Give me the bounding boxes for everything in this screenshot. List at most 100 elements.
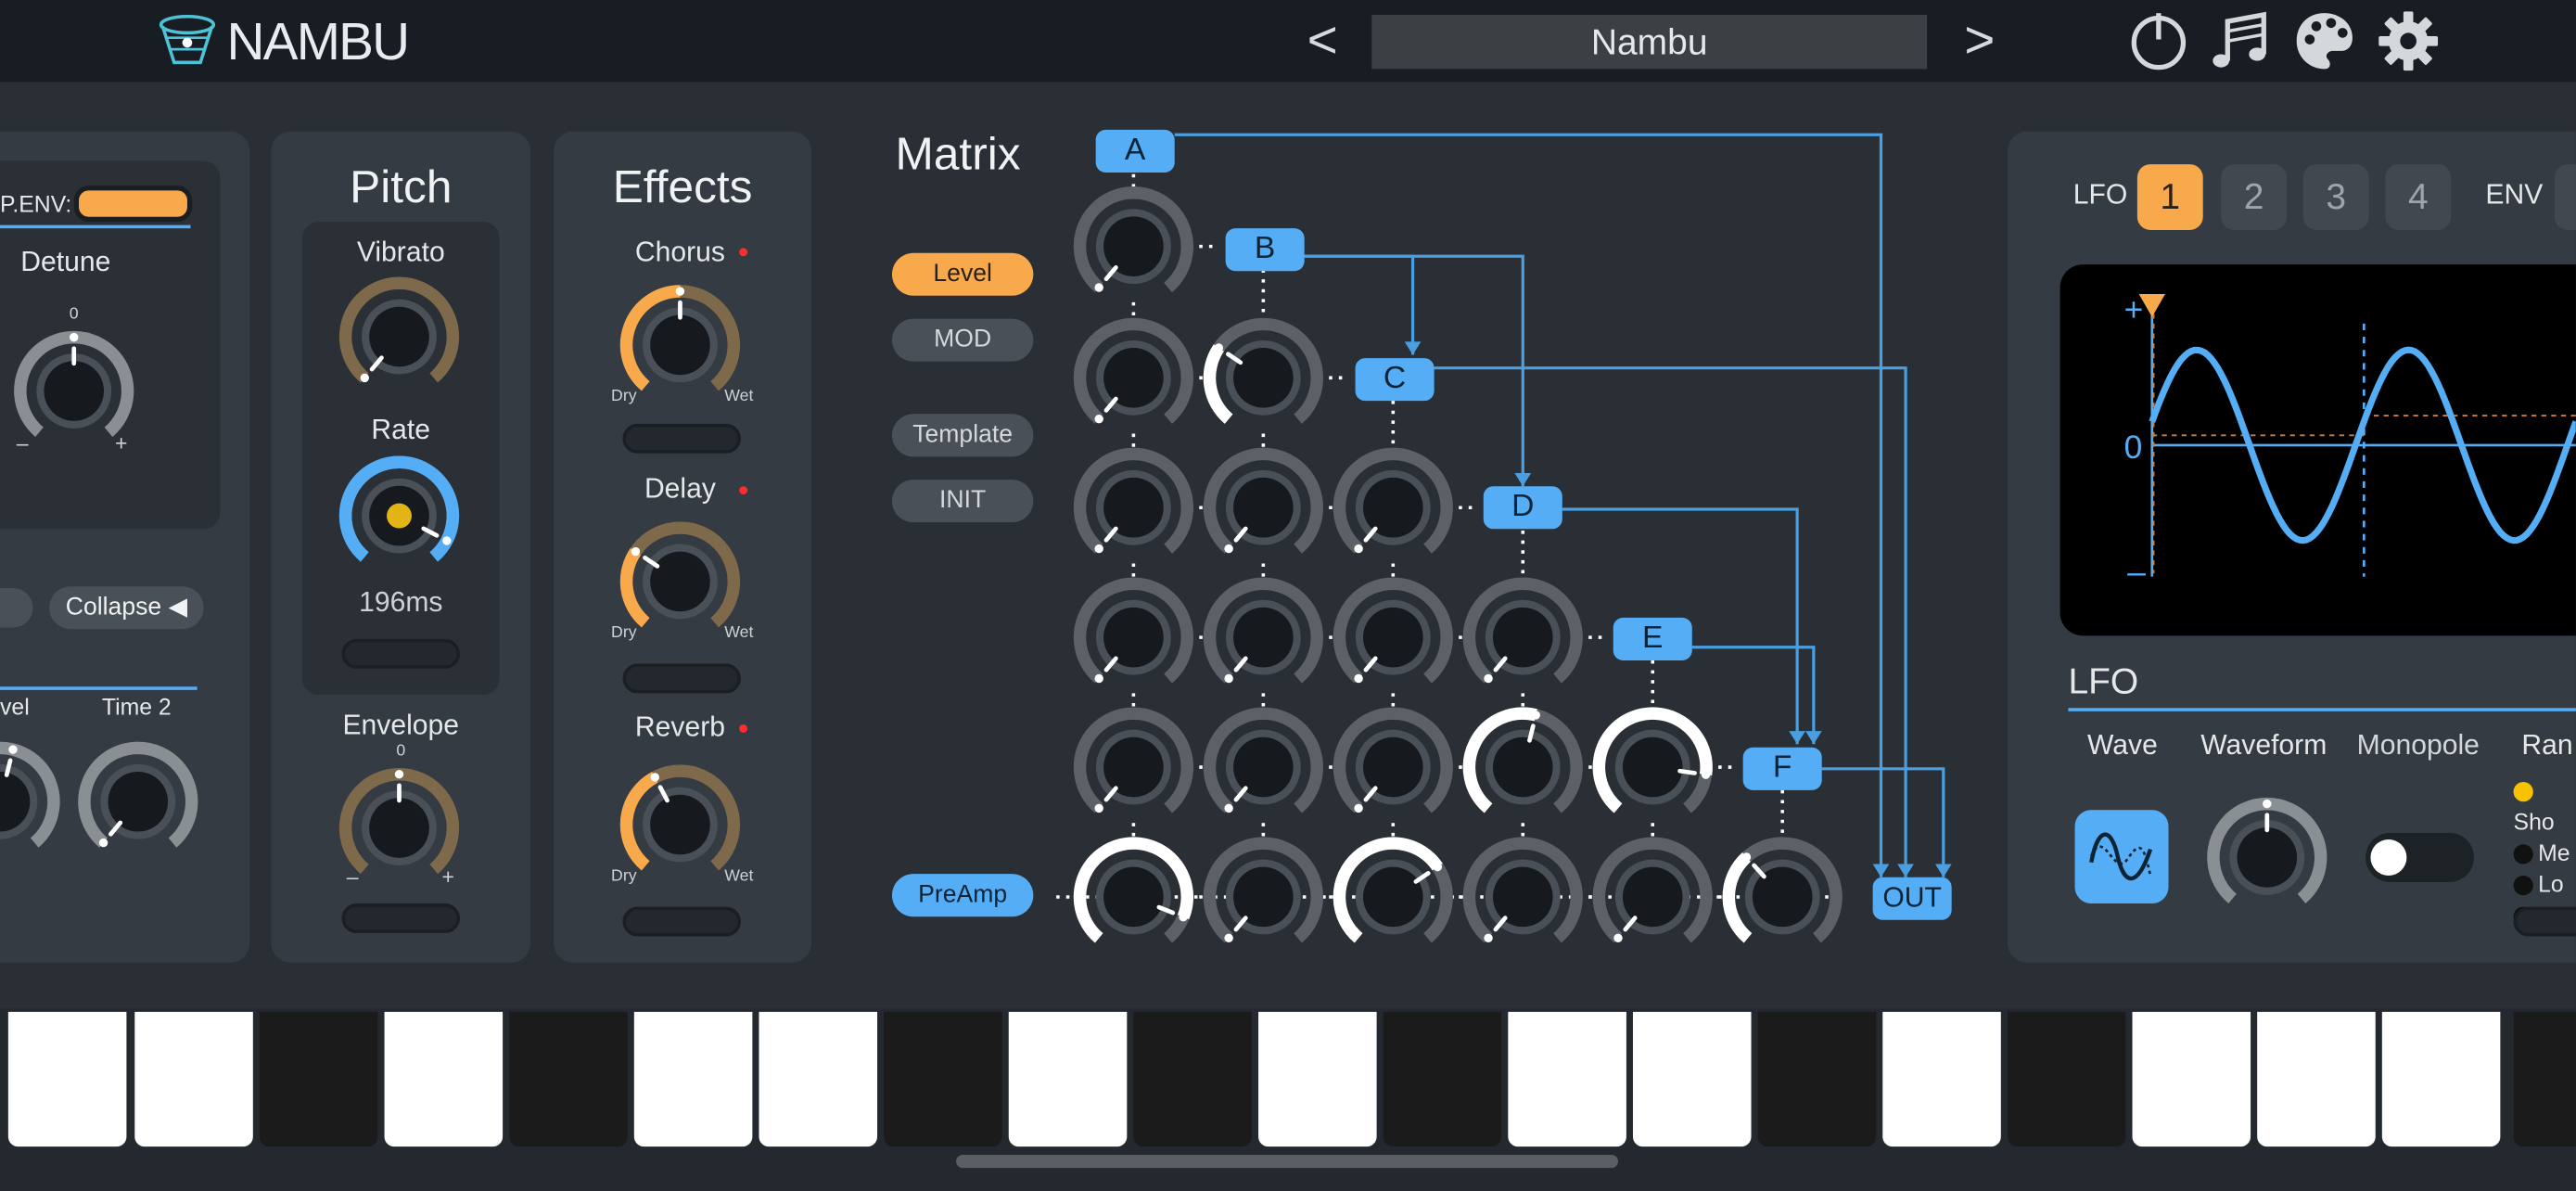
penv-toggle[interactable] <box>73 186 193 223</box>
delay-wet-label: Wet <box>724 623 754 643</box>
operator-f-node[interactable]: F <box>1742 747 1822 790</box>
envelope-mod-slot[interactable] <box>341 903 461 933</box>
white-key[interactable] <box>7 1011 127 1147</box>
black-key[interactable] <box>1133 1011 1252 1147</box>
chorus-dry-label: Dry <box>611 387 637 406</box>
template-button[interactable]: Template <box>891 414 1034 457</box>
wave-type-button[interactable] <box>2074 810 2169 904</box>
matrix-knob[interactable] <box>1462 837 1583 943</box>
lfo-tab-label[interactable]: LFO <box>2073 179 2128 211</box>
time2-label: Time 2 <box>101 693 172 720</box>
matrix-knob[interactable] <box>1333 707 1453 813</box>
nambu-logo-icon <box>159 14 216 65</box>
divider <box>0 686 198 690</box>
matrix-knob[interactable] <box>1203 577 1323 684</box>
matrix-knob[interactable] <box>1203 707 1323 813</box>
rate-knob[interactable] <box>337 454 462 579</box>
white-key[interactable] <box>759 1011 878 1147</box>
white-key[interactable] <box>2132 1011 2251 1147</box>
time2-knob[interactable] <box>75 739 200 864</box>
matrix-knob[interactable] <box>1073 447 1194 554</box>
black-key[interactable] <box>259 1011 378 1147</box>
matrix-knob[interactable] <box>1073 186 1194 293</box>
black-key[interactable] <box>1383 1011 1502 1147</box>
white-key[interactable] <box>2257 1011 2376 1147</box>
vibrato-knob[interactable] <box>337 275 462 400</box>
waveform-knob[interactable] <box>2204 795 2329 920</box>
operator-a-node[interactable]: A <box>1095 129 1175 173</box>
chorus-mod-slot[interactable] <box>622 423 741 454</box>
black-key[interactable] <box>884 1011 1002 1147</box>
lfo-tab-1[interactable]: 1 <box>2136 164 2203 230</box>
matrix-grid <box>1051 133 1952 943</box>
matrix-knob[interactable] <box>1073 577 1194 684</box>
keyboard-scrollbar[interactable] <box>956 1155 1619 1169</box>
lfo-tab-3[interactable]: 3 <box>2302 164 2369 230</box>
monopole-toggle[interactable] <box>2366 832 2475 883</box>
white-key[interactable] <box>1632 1011 1752 1147</box>
pitch-title: Pitch <box>350 160 453 212</box>
matrix-knob[interactable] <box>1462 707 1583 813</box>
next-preset-button[interactable]: > <box>1955 10 2004 70</box>
operator-e-node[interactable]: E <box>1613 617 1692 660</box>
matrix-knob[interactable] <box>1203 317 1323 424</box>
white-key[interactable] <box>1008 1011 1128 1147</box>
rate-label: Rate <box>371 414 431 445</box>
lfo-section-title: LFO <box>2068 660 2139 702</box>
white-key[interactable] <box>134 1011 253 1147</box>
lfo-mod-slot[interactable] <box>2513 906 2576 937</box>
white-key[interactable] <box>1258 1011 1377 1147</box>
white-key[interactable] <box>384 1011 504 1147</box>
monopole-label: Monopole <box>2356 729 2480 761</box>
brand-title: NAMBU <box>226 11 410 71</box>
black-key[interactable] <box>2513 1011 2576 1147</box>
env-tab-label[interactable]: ENV <box>2485 179 2543 211</box>
matrix-knob[interactable] <box>1203 447 1323 554</box>
gear-icon[interactable] <box>2376 8 2442 74</box>
mod-mode-button[interactable]: MOD <box>891 318 1034 362</box>
collapse-button[interactable]: Collapse ◀ <box>49 586 204 630</box>
matrix-knob[interactable] <box>1333 447 1453 554</box>
power-icon[interactable] <box>2125 8 2191 74</box>
range-option-short[interactable]: Sho <box>2513 775 2576 838</box>
lfo-zero-label: 0 <box>2123 430 2143 467</box>
lfo-tab-2[interactable]: 2 <box>2221 164 2288 230</box>
wave-label: Wave <box>2086 729 2158 761</box>
reverb-mod-slot[interactable] <box>622 906 741 937</box>
range-option-medium[interactable]: Me <box>2513 838 2576 869</box>
music-notes-icon[interactable] <box>2208 8 2274 74</box>
init-button[interactable]: INIT <box>891 480 1034 523</box>
matrix-knob[interactable] <box>1333 577 1453 684</box>
level-mode-button[interactable]: Level <box>891 252 1034 296</box>
operator-d-node[interactable]: D <box>1483 486 1562 530</box>
range-option-long[interactable]: Lo <box>2513 869 2576 901</box>
preset-name[interactable]: Nambu <box>1371 14 1928 70</box>
white-key[interactable] <box>1508 1011 1626 1147</box>
delay-mod-slot[interactable] <box>622 663 741 694</box>
matrix-knob[interactable] <box>1073 837 1194 943</box>
operator-b-node[interactable]: B <box>1225 228 1305 272</box>
matrix-knob[interactable] <box>1462 577 1583 684</box>
preamp-button[interactable]: PreAmp <box>891 874 1034 917</box>
output-node[interactable]: OUT <box>1872 877 1952 920</box>
white-key[interactable] <box>2381 1011 2501 1147</box>
matrix-knob[interactable] <box>1722 837 1843 943</box>
white-key[interactable] <box>1882 1011 2001 1147</box>
matrix-knob[interactable] <box>1333 837 1453 943</box>
prev-preset-button[interactable]: < <box>1298 10 1347 70</box>
black-key[interactable] <box>1757 1011 1877 1147</box>
matrix-knob[interactable] <box>1073 317 1194 424</box>
rate-mod-slot[interactable] <box>341 638 461 669</box>
matrix-knob[interactable] <box>1203 837 1323 943</box>
matrix-knob[interactable] <box>1073 707 1194 813</box>
operator-c-node[interactable]: C <box>1355 358 1435 402</box>
level-knob[interactable] <box>0 739 62 864</box>
white-key[interactable] <box>633 1011 753 1147</box>
matrix-knob[interactable] <box>1592 837 1713 943</box>
black-key[interactable] <box>509 1011 628 1147</box>
palette-icon[interactable] <box>2291 8 2357 74</box>
black-key[interactable] <box>2007 1011 2126 1147</box>
lfo-tab-4[interactable]: 4 <box>2385 164 2452 230</box>
env-tab-1[interactable] <box>2554 164 2576 230</box>
matrix-knob[interactable] <box>1592 707 1713 813</box>
